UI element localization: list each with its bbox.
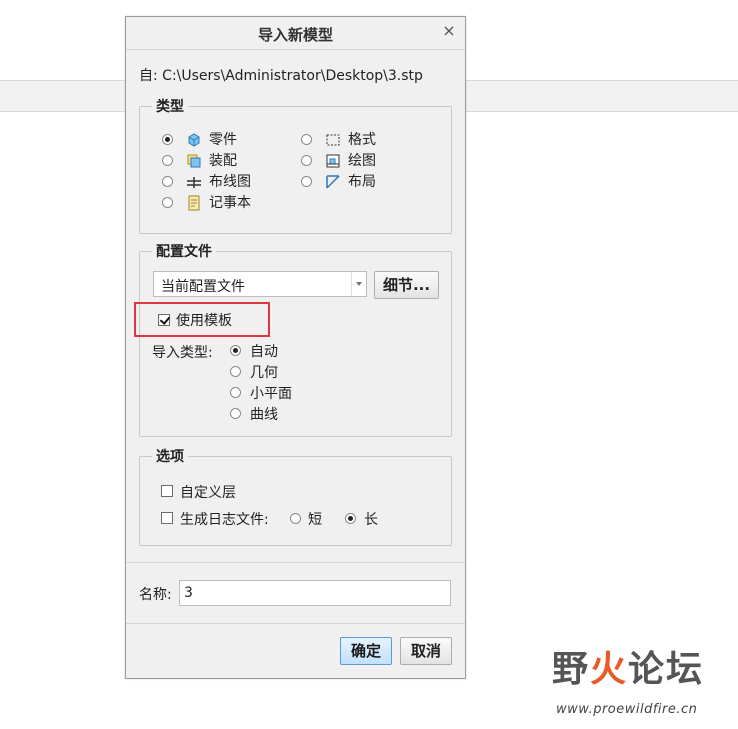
diagram-icon <box>187 177 201 188</box>
close-icon[interactable]: × <box>441 23 457 39</box>
cancel-button[interactable]: 取消 <box>400 637 452 665</box>
type-label-diagram: 布线图 <box>209 174 251 190</box>
watermark-char-forum: 论坛 <box>628 649 705 690</box>
radio-log-short[interactable] <box>290 513 301 524</box>
radio-drawing[interactable] <box>301 155 312 166</box>
use-template-checkbox[interactable] <box>158 314 170 326</box>
separator-bottom <box>126 623 465 624</box>
custom-layer-checkbox[interactable] <box>161 485 173 497</box>
profile-select[interactable]: 当前配置文件 <box>153 271 367 297</box>
radio-import-auto[interactable] <box>230 345 241 356</box>
import-type-geometry-label: 几何 <box>250 365 278 381</box>
type-label-layout: 布局 <box>348 174 376 190</box>
watermark-logo-text: 野火论坛 <box>552 640 704 692</box>
use-template-label: 使用模板 <box>176 313 232 329</box>
profile-select-value: 当前配置文件 <box>161 279 245 295</box>
radio-diagram[interactable] <box>162 176 173 187</box>
import-type-auto-label: 自动 <box>250 344 278 360</box>
radio-format[interactable] <box>301 134 312 145</box>
source-path: 自: C:\Users\Administrator\Desktop\3.stp <box>139 68 423 84</box>
type-label-drawing: 绘图 <box>348 153 376 169</box>
radio-assembly[interactable] <box>162 155 173 166</box>
forum-watermark: 野火论坛 www.proewildfire.cn <box>552 640 732 725</box>
custom-layer-label: 自定义层 <box>180 485 236 501</box>
import-new-model-dialog: 导入新模型 × 自: C:\Users\Administrator\Deskto… <box>125 16 466 679</box>
radio-layout[interactable] <box>301 176 312 187</box>
dialog-title: 导入新模型 <box>257 26 333 44</box>
import-type-label: 导入类型: <box>152 345 213 361</box>
options-group: 选项 自定义层 生成日志文件: 短 长 <box>139 446 452 546</box>
layout-icon <box>326 175 340 189</box>
log-file-label: 生成日志文件: <box>180 512 269 528</box>
name-input[interactable]: 3 <box>179 580 451 606</box>
radio-part[interactable] <box>162 134 173 145</box>
watermark-char-fire: 火 <box>590 649 629 690</box>
radio-log-long[interactable] <box>345 513 356 524</box>
radio-import-curve[interactable] <box>230 408 241 419</box>
separator-top <box>126 562 465 563</box>
assembly-icon <box>187 154 201 168</box>
notebook-icon <box>188 195 200 211</box>
type-label-notebook: 记事本 <box>209 195 251 211</box>
format-icon <box>326 134 340 146</box>
type-label-format: 格式 <box>348 132 376 148</box>
name-label: 名称: <box>139 587 172 603</box>
type-group: 类型 零件 装配 布线图 记事本 格式 绘图 布局 <box>139 96 452 234</box>
type-group-legend: 类型 <box>152 96 188 116</box>
type-label-assembly: 装配 <box>209 153 237 169</box>
radio-import-geometry[interactable] <box>230 366 241 377</box>
watermark-url: www.proewildfire.cn <box>556 702 698 717</box>
details-button[interactable]: 细节... <box>374 271 439 299</box>
import-type-facet-label: 小平面 <box>250 386 292 402</box>
type-label-part: 零件 <box>209 132 237 148</box>
radio-import-facet[interactable] <box>230 387 241 398</box>
log-short-label: 短 <box>308 512 322 528</box>
watermark-char-1: 野 <box>552 649 591 690</box>
log-long-label: 长 <box>364 512 378 528</box>
ok-button[interactable]: 确定 <box>340 637 392 665</box>
profile-group: 配置文件 当前配置文件 细节... 使用模板 导入类型: 自动 几何 小平面 曲… <box>139 241 452 437</box>
chevron-down-icon[interactable] <box>351 272 366 296</box>
import-type-curve-label: 曲线 <box>250 407 278 423</box>
log-file-checkbox[interactable] <box>161 512 173 524</box>
options-group-legend: 选项 <box>152 446 188 466</box>
radio-notebook[interactable] <box>162 197 173 208</box>
drawing-icon <box>326 154 340 168</box>
profile-group-legend: 配置文件 <box>152 241 216 261</box>
dialog-titlebar[interactable]: 导入新模型 × <box>126 17 465 50</box>
part-icon <box>188 133 200 147</box>
